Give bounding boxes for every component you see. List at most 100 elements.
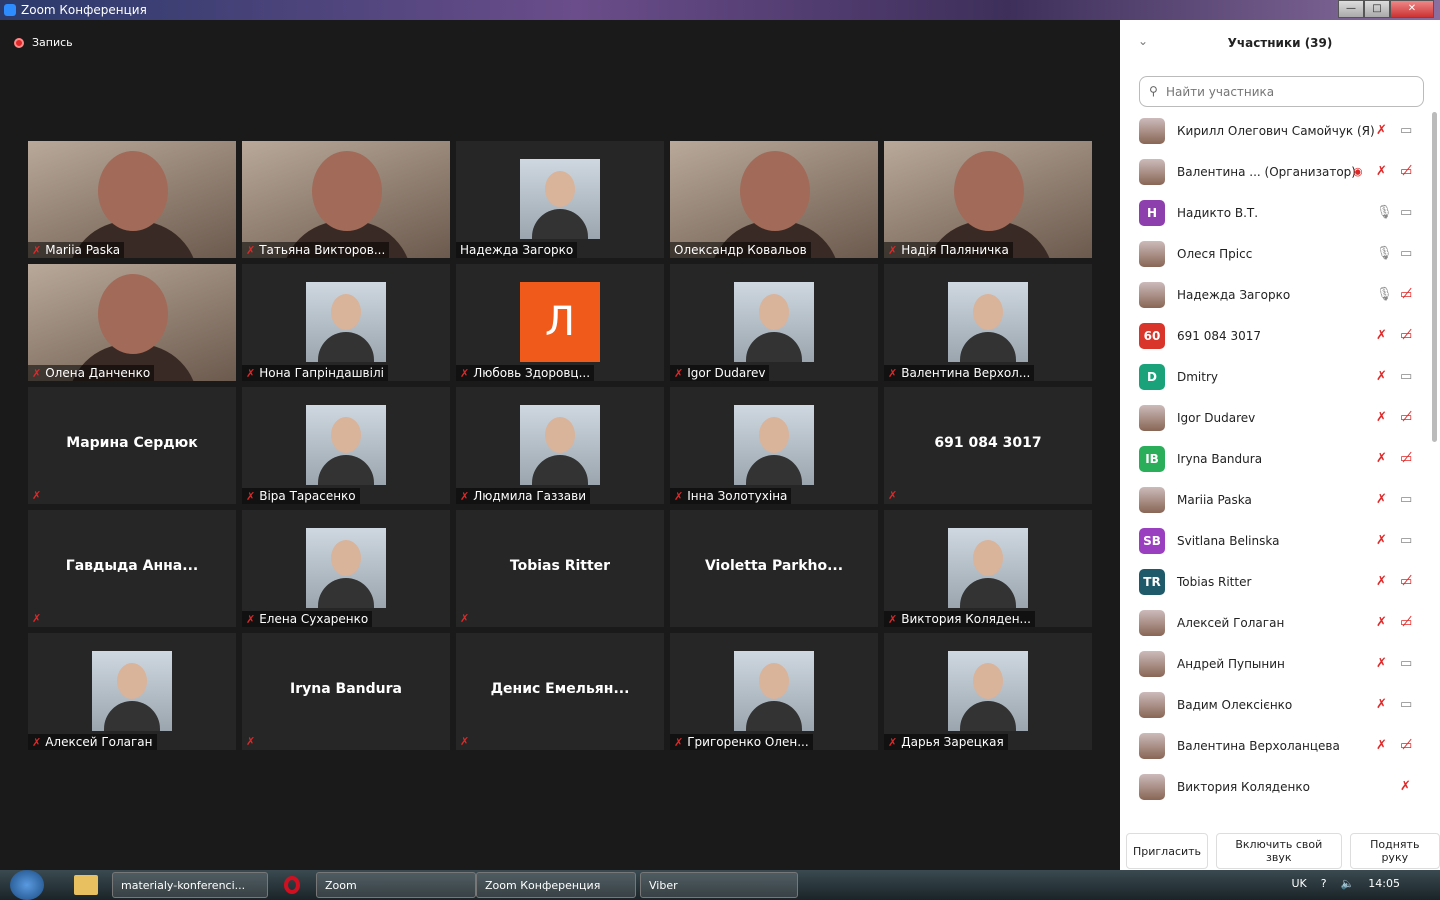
invite-button[interactable]: Пригласить: [1126, 833, 1209, 869]
camera-off-icon[interactable]: ▭̸: [1400, 410, 1412, 425]
camera-icon[interactable]: ▭: [1400, 656, 1412, 671]
raise-hand-button[interactable]: Поднять руку: [1349, 833, 1440, 869]
participant-row[interactable]: Mariia Paska ✗ ▭: [1120, 479, 1430, 520]
opera-icon[interactable]: [284, 876, 300, 894]
participant-row[interactable]: 60 691 084 3017 ✗ ▭̸: [1120, 315, 1430, 356]
name-label: ✗ Григоренко Олен...: [670, 734, 813, 750]
mic-icon[interactable]: 🎙: [1376, 287, 1393, 302]
participant-row[interactable]: Надежда Загорко 🎙 ▭̸: [1120, 274, 1430, 315]
video-tile[interactable]: ✗ Інна Золотухіна: [670, 387, 878, 504]
video-tile[interactable]: ✗ Віра Тарасенко: [242, 387, 450, 504]
close-button[interactable]: ✕: [1390, 0, 1434, 18]
video-tile[interactable]: ✗ Елена Сухаренко: [242, 510, 450, 627]
participant-row[interactable]: Андрей Пупынин ✗ ▭: [1120, 643, 1430, 684]
participant-row[interactable]: IB Iryna Bandura ✗ ▭̸: [1120, 438, 1430, 479]
participant-row[interactable]: Igor Dudarev ✗ ▭̸: [1120, 397, 1430, 438]
participant-row[interactable]: Валентина Верхоланцева ✗ ▭̸: [1120, 725, 1430, 766]
camera-off-icon[interactable]: ▭̸: [1400, 738, 1412, 753]
camera-icon[interactable]: ▭: [1400, 123, 1412, 138]
camera-icon[interactable]: ▭: [1400, 492, 1412, 507]
unmute-button[interactable]: Включить свой звук: [1216, 833, 1342, 869]
volume-icon[interactable]: 🔈: [1341, 877, 1355, 890]
help-icon[interactable]: ?: [1321, 877, 1327, 890]
explorer-icon[interactable]: [74, 875, 98, 895]
video-tile[interactable]: Гавдыда Анна... ✗: [28, 510, 236, 627]
video-tile[interactable]: ✗ Алексей Голаган: [28, 633, 236, 750]
mic-muted-icon[interactable]: ✗: [1376, 738, 1387, 753]
mic-muted-icon[interactable]: ✗: [1376, 656, 1387, 671]
participant-row[interactable]: Валентина ... (Организатор) ◉ ✗ ▭̸: [1120, 151, 1430, 192]
camera-off-icon[interactable]: ▭̸: [1400, 287, 1412, 302]
taskbar-chrome[interactable]: materialy-konferenci...: [112, 872, 268, 898]
participant-name: 691 084 3017: [1177, 328, 1261, 343]
scrollbar[interactable]: [1432, 112, 1437, 442]
participant-row[interactable]: Олеся Прісс 🎙 ▭: [1120, 233, 1430, 274]
mic-icon[interactable]: 🎙: [1376, 205, 1393, 220]
video-tile[interactable]: Iryna Bandura ✗: [242, 633, 450, 750]
taskbar-zoom[interactable]: Zoom: [316, 872, 476, 898]
video-tile[interactable]: Л ✗ Любовь Здоровц...: [456, 264, 664, 381]
video-tile[interactable]: Марина Сердюк ✗: [28, 387, 236, 504]
video-tile[interactable]: 691 084 3017 ✗: [884, 387, 1092, 504]
participant-row[interactable]: Алексей Голаган ✗ ▭̸: [1120, 602, 1430, 643]
video-tile[interactable]: ✗ Дарья Зарецкая: [884, 633, 1092, 750]
participant-search-input[interactable]: [1139, 76, 1424, 107]
participant-row[interactable]: SB Svitlana Belinska ✗ ▭: [1120, 520, 1430, 561]
video-tile[interactable]: ✗ Виктория Колядeн...: [884, 510, 1092, 627]
camera-icon[interactable]: ▭: [1400, 533, 1412, 548]
video-tile[interactable]: Надежда Загорко: [456, 141, 664, 258]
camera-off-icon[interactable]: ▭̸: [1400, 164, 1412, 179]
clock[interactable]: 14:05: [1368, 877, 1400, 890]
mic-muted-icon[interactable]: ✗: [1376, 123, 1387, 138]
video-tile[interactable]: Violetta Parkho...: [670, 510, 878, 627]
recording-indicator[interactable]: Запись: [14, 36, 73, 49]
video-tile[interactable]: ✗ Татьяна Викторов...: [242, 141, 450, 258]
mic-muted-icon[interactable]: ✗: [1376, 574, 1387, 589]
participant-name: Надія Паляничка: [901, 243, 1009, 257]
camera-icon[interactable]: ▭: [1400, 369, 1412, 384]
camera-off-icon[interactable]: ▭̸: [1400, 574, 1412, 589]
participant-name: Надежда Загорко: [460, 243, 574, 257]
participant-row[interactable]: Виктория Коляденко ✗: [1120, 766, 1430, 807]
video-tile[interactable]: ✗ Олена Данченко: [28, 264, 236, 381]
video-tile[interactable]: ✗ Валентина Верхол...: [884, 264, 1092, 381]
mic-muted-icon[interactable]: ✗: [1376, 328, 1387, 343]
mic-icon[interactable]: 🎙: [1376, 246, 1393, 261]
taskbar-viber[interactable]: Viber: [640, 872, 798, 898]
mic-muted-icon[interactable]: ✗: [1376, 697, 1387, 712]
participant-row[interactable]: Кирилл Олегович Самойчук (Я) ✗ ▭: [1120, 110, 1430, 151]
video-tile[interactable]: ✗ Mariia Paska: [28, 141, 236, 258]
video-tile[interactable]: ✗ Igor Dudarev: [670, 264, 878, 381]
minimize-button[interactable]: —: [1338, 0, 1364, 18]
mic-muted-icon[interactable]: ✗: [1376, 533, 1387, 548]
video-tile[interactable]: ✗ Надія Паляничка: [884, 141, 1092, 258]
video-tile[interactable]: ✗ Людмила Газзави: [456, 387, 664, 504]
camera-icon[interactable]: ▭: [1400, 697, 1412, 712]
participant-row[interactable]: Вадим Олексієнко ✗ ▭: [1120, 684, 1430, 725]
video-tile[interactable]: Tobias Ritter ✗: [456, 510, 664, 627]
camera-off-icon[interactable]: ▭̸: [1400, 615, 1412, 630]
mic-muted-icon[interactable]: ✗: [1376, 451, 1387, 466]
participant-name: Валентина Верхол...: [901, 366, 1031, 380]
video-tile[interactable]: Денис Емельян... ✗: [456, 633, 664, 750]
start-button[interactable]: [10, 870, 44, 900]
taskbar-zoom-conference[interactable]: Zoom Конференция: [476, 872, 636, 898]
mic-muted-icon[interactable]: ✗: [1376, 615, 1387, 630]
language-indicator[interactable]: UK: [1291, 877, 1306, 890]
participant-row[interactable]: TR Tobias Ritter ✗ ▭̸: [1120, 561, 1430, 602]
camera-off-icon[interactable]: ▭̸: [1400, 451, 1412, 466]
mic-muted-icon[interactable]: ✗: [1376, 410, 1387, 425]
mic-muted-icon[interactable]: ✗: [1400, 779, 1411, 794]
mic-muted-icon[interactable]: ✗: [1376, 369, 1387, 384]
video-tile[interactable]: ✗ Григоренко Олен...: [670, 633, 878, 750]
participant-row[interactable]: D Dmitry ✗ ▭: [1120, 356, 1430, 397]
mic-muted-icon[interactable]: ✗: [1376, 164, 1387, 179]
participant-row[interactable]: H Надикто В.Т. 🎙 ▭: [1120, 192, 1430, 233]
camera-icon[interactable]: ▭: [1400, 205, 1412, 220]
video-tile[interactable]: Олександр Ковальов: [670, 141, 878, 258]
maximize-button[interactable]: □: [1364, 0, 1390, 18]
camera-off-icon[interactable]: ▭̸: [1400, 328, 1412, 343]
camera-icon[interactable]: ▭: [1400, 246, 1412, 261]
mic-muted-icon[interactable]: ✗: [1376, 492, 1387, 507]
video-tile[interactable]: ✗ Нона Гапріндашвілі: [242, 264, 450, 381]
